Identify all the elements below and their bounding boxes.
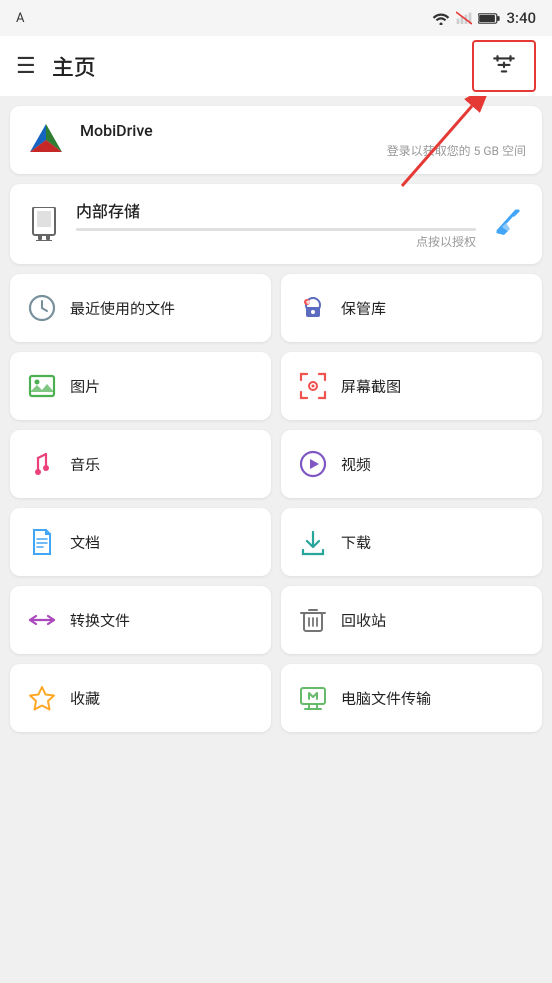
video-label: 视频 (341, 454, 371, 475)
mobidrive-card[interactable]: MobiDrive 登录以获取您的 5 GB 空间 (10, 106, 542, 174)
recent-label: 最近使用的文件 (70, 298, 175, 319)
storage-title: 内部存储 (76, 198, 476, 222)
menu-item-screenshot[interactable]: 屏幕截图 (281, 352, 542, 420)
photo-label: 图片 (70, 376, 100, 397)
star-icon (26, 682, 58, 714)
storage-card[interactable]: 内部存储 点按以授权 (10, 184, 542, 264)
screenshot-icon (297, 370, 329, 402)
convert-label: 转换文件 (70, 610, 130, 631)
menu-item-doc[interactable]: 文档 (10, 508, 271, 576)
storage-info: 内部存储 点按以授权 (76, 198, 476, 250)
status-bar: A 3:40 (0, 0, 552, 36)
status-bar-right: 3:40 (432, 9, 536, 27)
svg-text:❄: ❄ (306, 300, 310, 306)
screenshot-label: 屏幕截图 (341, 376, 401, 397)
convert-icon (26, 604, 58, 636)
doc-label: 文档 (70, 532, 100, 553)
mobidrive-subtitle: 登录以获取您的 5 GB 空间 (80, 142, 526, 159)
recycle-label: 回收站 (341, 610, 386, 631)
menu-item-recent[interactable]: 最近使用的文件 (10, 274, 271, 342)
music-label: 音乐 (70, 454, 100, 475)
image-icon (26, 370, 58, 402)
vault-label: 保管库 (341, 298, 386, 319)
signal-icon (456, 11, 472, 25)
storage-icon (26, 206, 62, 242)
trash-icon (297, 604, 329, 636)
download-icon (297, 526, 329, 558)
download-label: 下载 (341, 532, 371, 553)
main-content: MobiDrive 登录以获取您的 5 GB 空间 内部存储 点按以授权 (0, 96, 552, 742)
menu-item-recycle[interactable]: 回收站 (281, 586, 542, 654)
menu-item-transfer[interactable]: 电脑文件传输 (281, 664, 542, 732)
clean-icon (490, 203, 526, 246)
storage-bar (76, 228, 476, 231)
hamburger-button[interactable]: ☰ (16, 54, 36, 79)
favorite-label: 收藏 (70, 688, 100, 709)
storage-subtitle: 点按以授权 (76, 233, 476, 250)
status-bar-left: A (16, 11, 24, 26)
music-icon (26, 448, 58, 480)
mobidrive-info: MobiDrive 登录以获取您的 5 GB 空间 (80, 121, 526, 159)
menu-item-favorite[interactable]: 收藏 (10, 664, 271, 732)
video-icon (297, 448, 329, 480)
time-display: 3:40 (506, 9, 536, 27)
menu-item-photo[interactable]: 图片 (10, 352, 271, 420)
transfer-icon (297, 682, 329, 714)
menu-item-music[interactable]: 音乐 (10, 430, 271, 498)
clock-icon (26, 292, 58, 324)
keyboard-indicator: A (16, 11, 24, 26)
lock-icon: ❄ (297, 292, 329, 324)
mobidrive-title: MobiDrive (80, 121, 526, 140)
menu-grid: 最近使用的文件 ❄ 保管库 (10, 274, 542, 732)
battery-icon (478, 12, 500, 25)
top-bar-left: ☰ 主页 (16, 50, 96, 82)
filter-button[interactable] (472, 40, 536, 92)
document-icon (26, 526, 58, 558)
menu-item-download[interactable]: 下载 (281, 508, 542, 576)
filter-icon (491, 55, 517, 77)
mobidrive-logo (26, 120, 66, 160)
transfer-label: 电脑文件传输 (341, 688, 431, 709)
wifi-icon (432, 11, 450, 25)
menu-item-video[interactable]: 视频 (281, 430, 542, 498)
menu-item-vault[interactable]: ❄ 保管库 (281, 274, 542, 342)
menu-item-convert[interactable]: 转换文件 (10, 586, 271, 654)
page-title: 主页 (52, 50, 96, 82)
top-bar: ☰ 主页 (0, 36, 552, 96)
